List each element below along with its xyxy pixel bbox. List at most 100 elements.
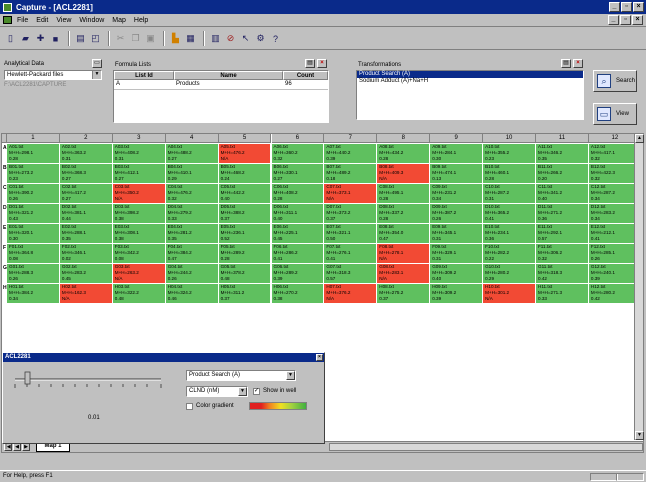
folder-icon[interactable]: ▭ bbox=[92, 59, 102, 68]
well-A8[interactable]: A08.txt M+H=434.2 0.28 bbox=[377, 144, 431, 164]
well-H10[interactable]: H10.txt M+H=301.2 N/A bbox=[483, 284, 536, 304]
save-icon[interactable]: ■ bbox=[49, 32, 62, 46]
grid-icon[interactable]: ▥ bbox=[209, 32, 222, 46]
well-C9[interactable]: C09.txt M+H=231.2 0.34 bbox=[430, 184, 484, 204]
well-C6[interactable]: C06.txt M+H=408.2 0.28 bbox=[271, 184, 325, 204]
search-button[interactable]: ⌕ Search bbox=[593, 70, 637, 92]
transformation-select[interactable]: Product Search (A) ▼ bbox=[186, 370, 296, 381]
well-D10[interactable]: D10.txt M+H=365.2 0.41 bbox=[483, 204, 536, 224]
well-A1[interactable]: A01.txt M+H=298.1 0.28 bbox=[7, 144, 60, 164]
column-header-4[interactable]: 4 bbox=[165, 134, 219, 143]
well-H11[interactable]: H11.txt M+H=271.3 0.33 bbox=[536, 284, 589, 304]
chart-icon[interactable]: ▙ bbox=[169, 32, 182, 46]
well-D11[interactable]: D11.txt M+H=271.2 0.36 bbox=[536, 204, 589, 224]
well-D6[interactable]: D06.txt M+H=311.1 0.40 bbox=[271, 204, 325, 224]
well-E3[interactable]: E03.txt M+H=308.1 0.38 bbox=[112, 224, 166, 244]
well-A11[interactable]: A11.txt M+H=346.2 0.35 bbox=[536, 144, 589, 164]
well-B11[interactable]: B11.txt M+H=266.2 0.20 bbox=[536, 164, 589, 184]
col-header-name[interactable]: Name bbox=[174, 71, 283, 80]
menu-edit[interactable]: Edit bbox=[36, 17, 48, 24]
preview-icon[interactable]: ◰ bbox=[89, 32, 102, 46]
column-header-2[interactable]: 2 bbox=[59, 134, 113, 143]
analytical-data-select[interactable]: Hewlett-Packard files ▼ bbox=[4, 70, 102, 80]
well-C2[interactable]: C02.txt M+H=417.2 0.27 bbox=[59, 184, 113, 204]
well-E5[interactable]: E05.txt M+H=236.1 0.52 bbox=[218, 224, 272, 244]
well-E11[interactable]: E11.txt M+H=292.1 0.57 bbox=[536, 224, 589, 244]
well-A7[interactable]: A07.txt M+H=440.2 0.39 bbox=[324, 144, 378, 164]
well-E7[interactable]: E07.txt M+H=321.1 0.50 bbox=[324, 224, 378, 244]
link-icon[interactable]: ⊘ bbox=[224, 32, 237, 46]
well-D4[interactable]: D04.txt M+H=279.2 0.33 bbox=[165, 204, 219, 224]
menu-window[interactable]: Window bbox=[79, 17, 104, 24]
well-H6[interactable]: H06.txt M+H=270.2 0.38 bbox=[271, 284, 325, 304]
well-D1[interactable]: D01.txt M+H=321.2 0.43 bbox=[7, 204, 60, 224]
well-B2[interactable]: B02.txt M+H=368.3 0.27 bbox=[59, 164, 113, 184]
well-H8[interactable]: H08.txt M+H=275.2 0.37 bbox=[377, 284, 431, 304]
well-B1[interactable]: B01.txt M+H=273.2 0.23 bbox=[7, 164, 60, 184]
well-F1[interactable]: F01.txt M+H=364.8 0.08 bbox=[7, 244, 60, 264]
well-A2[interactable]: A02.txt M+H=363.2 0.31 bbox=[59, 144, 113, 164]
close-button[interactable]: × bbox=[633, 2, 644, 12]
settings-icon[interactable]: ⚙ bbox=[254, 32, 267, 46]
well-F7[interactable]: F07.txt M+H=276.1 0.41 bbox=[324, 244, 378, 264]
well-F11[interactable]: F11.txt M+H=306.2 0.32 bbox=[536, 244, 589, 264]
well-E10[interactable]: E10.txt M+H=234.1 0.36 bbox=[483, 224, 536, 244]
well-D9[interactable]: D09.txt M+H=387.2 0.26 bbox=[430, 204, 484, 224]
column-header-11[interactable]: 11 bbox=[536, 134, 589, 143]
delete-list-icon[interactable]: × bbox=[317, 59, 327, 68]
well-G1[interactable]: G01.txt M+H=288.3 0.26 bbox=[7, 264, 60, 284]
well-C3[interactable]: C03.txt M+H=350.2 N/A bbox=[112, 184, 166, 204]
well-A5[interactable]: A05.txt M+H=476.2 N/A bbox=[218, 144, 272, 164]
cut-icon[interactable]: ✂ bbox=[114, 32, 127, 46]
menu-help[interactable]: Help bbox=[134, 17, 148, 24]
well-B3[interactable]: B03.txt M+H=412.1 0.27 bbox=[112, 164, 166, 184]
edit-list-icon[interactable]: ▤ bbox=[305, 59, 315, 68]
well-E2[interactable]: E02.txt M+H=288.1 0.35 bbox=[59, 224, 113, 244]
well-H1[interactable]: H01.txt M+H=384.2 0.34 bbox=[7, 284, 60, 304]
well-C4[interactable]: C04.txt M+H=476.2 0.32 bbox=[165, 184, 219, 204]
well-G4[interactable]: G04.txt M+H=244.2 0.26 bbox=[165, 264, 219, 284]
well-H4[interactable]: H04.txt M+H=324.2 0.46 bbox=[165, 284, 219, 304]
well-A9[interactable]: A09.txt M+H=284.1 0.30 bbox=[430, 144, 484, 164]
well-F5[interactable]: F05.txt M+H=289.2 0.28 bbox=[218, 244, 272, 264]
next-sheet-icon[interactable]: ▶ bbox=[22, 443, 30, 451]
question-icon[interactable]: ? bbox=[269, 32, 282, 46]
mdi-restore-button[interactable]: ▫ bbox=[620, 15, 631, 25]
well-G2[interactable]: G02.txt M+H=283.2 0.45 bbox=[59, 264, 113, 284]
open-icon[interactable]: ▰ bbox=[19, 32, 32, 46]
well-C7[interactable]: C07.txt M+H=373.1 N/A bbox=[324, 184, 378, 204]
well-A6[interactable]: A06.txt M+H=360.2 0.32 bbox=[271, 144, 325, 164]
dropdown-arrow-icon[interactable]: ▼ bbox=[286, 371, 295, 380]
pin-icon[interactable]: ✚ bbox=[34, 32, 47, 46]
well-F8[interactable]: F08.txt M+H=278.1 N/A bbox=[377, 244, 431, 264]
mdi-minimize-button[interactable]: _ bbox=[608, 15, 619, 25]
threshold-slider[interactable] bbox=[11, 369, 171, 391]
well-B5[interactable]: B05.txt M+H=468.2 0.24 bbox=[218, 164, 272, 184]
view-button[interactable]: ▭ View bbox=[593, 103, 637, 125]
well-F6[interactable]: F06.txt M+H=286.2 0.41 bbox=[271, 244, 325, 264]
well-G5[interactable]: G05.txt M+H=378.2 0.48 bbox=[218, 264, 272, 284]
column-header-3[interactable]: 3 bbox=[112, 134, 166, 143]
well-B10[interactable]: B10.txt M+H=460.1 0.28 bbox=[483, 164, 536, 184]
well-D2[interactable]: D02.txt M+H=381.1 0.44 bbox=[59, 204, 113, 224]
well-B9[interactable]: B09.txt M+H=474.1 0.13 bbox=[430, 164, 484, 184]
row-header-F[interactable]: F bbox=[3, 245, 6, 251]
row-header-A[interactable]: A bbox=[3, 145, 7, 151]
well-F10[interactable]: F10.txt M+H=282.2 0.22 bbox=[483, 244, 536, 264]
show-in-well-checkbox[interactable]: ✓ bbox=[253, 388, 260, 395]
print-icon[interactable]: ▤ bbox=[74, 32, 87, 46]
vertical-scrollbar[interactable]: ▲ ▼ bbox=[634, 134, 644, 440]
well-H5[interactable]: H05.txt M+H=311.2 0.37 bbox=[218, 284, 272, 304]
row-header-E[interactable]: E bbox=[3, 225, 6, 231]
scroll-down-icon[interactable]: ▼ bbox=[635, 431, 644, 440]
well-E8[interactable]: E08.txt M+H=354.0 0.47 bbox=[377, 224, 431, 244]
well-C1[interactable]: C01.txt M+H=390.2 0.26 bbox=[7, 184, 60, 204]
well-G6[interactable]: G06.txt M+H=289.2 0.39 bbox=[271, 264, 325, 284]
row-header-H[interactable]: H bbox=[3, 285, 7, 291]
column-header-5[interactable]: 5 bbox=[218, 134, 272, 143]
well-C5[interactable]: C05.txt M+H=442.2 0.40 bbox=[218, 184, 272, 204]
edit-transform-icon[interactable]: ▤ bbox=[561, 59, 571, 68]
well-B8[interactable]: B08.txt M+H=409.3 N/A bbox=[377, 164, 431, 184]
well-E4[interactable]: E04.txt M+H=281.2 0.35 bbox=[165, 224, 219, 244]
row-header-G[interactable]: G bbox=[3, 265, 7, 271]
